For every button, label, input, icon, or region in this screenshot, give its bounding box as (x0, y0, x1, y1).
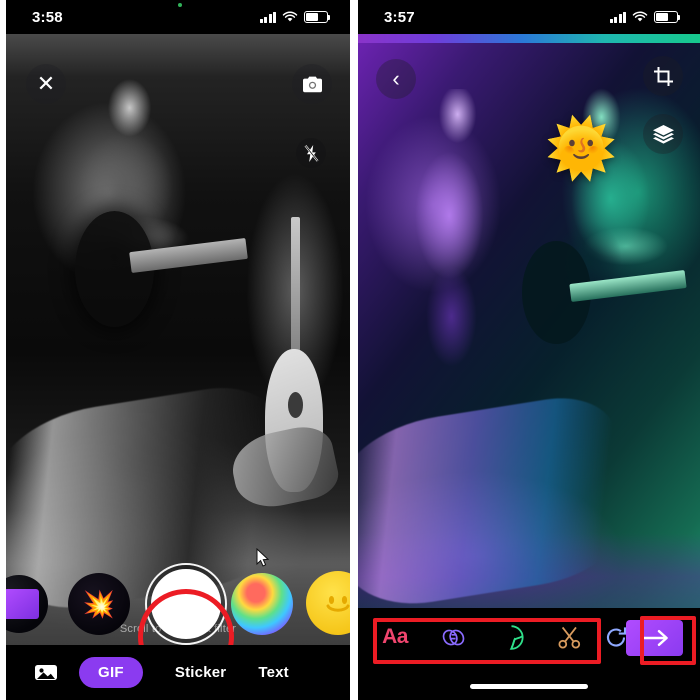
left-phone-screen: 3:58 ✕ Scroll to filter 💥 GIF Sticker Te… (6, 0, 350, 700)
status-time: 3:57 (384, 8, 415, 26)
crop-trim-tool[interactable] (554, 622, 584, 652)
battery-icon (304, 11, 331, 23)
comparison-screenshot: 3:58 ✕ Scroll to filter 💥 GIF Sticker Te… (0, 0, 700, 700)
rainbow-swirl-filter[interactable] (231, 573, 293, 635)
shutter-capture-button[interactable] (145, 563, 227, 645)
status-time: 3:58 (32, 8, 63, 26)
status-icons (609, 11, 681, 23)
sparkle-burst-filter[interactable]: 💥 (68, 573, 130, 635)
photo-person-left (402, 88, 506, 405)
text-tool[interactable]: Aa (380, 622, 410, 652)
green-dot-icon (178, 3, 182, 7)
right-edit-toolbar[interactable]: Aa (358, 608, 700, 700)
left-tab-bar[interactable]: GIF Sticker Text (6, 645, 350, 700)
right-phone-screen: 3:57 ‹ 🌞 Aa (358, 0, 700, 700)
purple-square-filter[interactable] (6, 575, 48, 633)
sticker-tool[interactable] (496, 622, 526, 652)
gradient-strip-top (358, 34, 700, 43)
chevron-left-icon[interactable]: ‹ (376, 59, 416, 99)
smiley-face-filter[interactable] (306, 571, 350, 635)
close-icon[interactable]: ✕ (26, 64, 66, 104)
captured-photo-bw (6, 34, 350, 645)
camera-flip-icon[interactable] (292, 64, 332, 104)
battery-icon (654, 11, 681, 23)
send-button[interactable] (626, 620, 683, 656)
signal-bars-icon (609, 11, 626, 23)
left-status-bar: 3:58 (6, 0, 350, 34)
layers-icon[interactable] (643, 114, 683, 154)
wifi-icon (632, 11, 648, 22)
photo-gallery-icon[interactable] (33, 662, 59, 684)
filter-carousel[interactable]: 💥 (6, 563, 350, 645)
tab-gif[interactable]: GIF (79, 657, 143, 688)
phone-gutter (350, 0, 358, 700)
signal-bars-icon (259, 11, 276, 23)
home-indicator (470, 684, 588, 689)
wifi-icon (282, 11, 298, 22)
tab-text[interactable]: Text (258, 664, 289, 681)
right-editor-canvas[interactable]: ‹ 🌞 (358, 34, 700, 642)
edit-tools-group[interactable]: Aa (380, 622, 584, 652)
right-status-bar: 3:57 (358, 0, 700, 34)
shutter-inner (151, 569, 221, 639)
sun-with-face-sticker[interactable]: 🌞 (545, 120, 617, 178)
link-tool[interactable] (438, 622, 468, 652)
status-icons (259, 11, 331, 23)
left-camera-canvas[interactable]: ✕ Scroll to filter 💥 (6, 34, 350, 645)
mouse-cursor (256, 547, 270, 572)
crop-icon[interactable] (643, 56, 683, 96)
tab-sticker[interactable]: Sticker (175, 664, 226, 681)
flash-off-icon[interactable] (296, 138, 326, 168)
